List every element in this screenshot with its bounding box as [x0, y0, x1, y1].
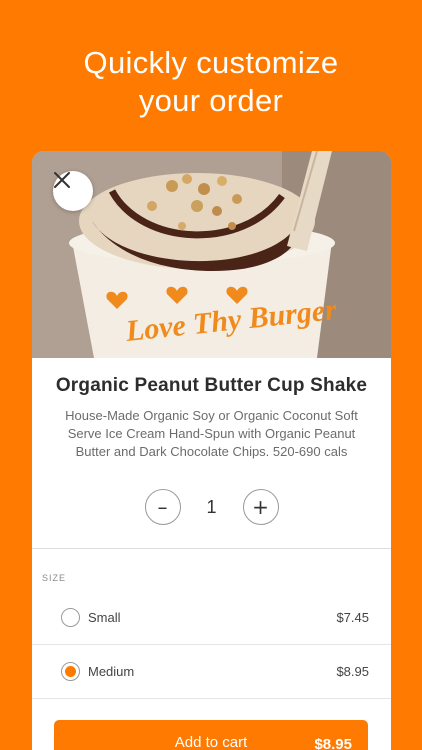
quantity-stepper: – 1 +	[32, 489, 391, 525]
close-button[interactable]	[53, 171, 93, 211]
headline-line-1: Quickly customize	[83, 45, 339, 80]
radio-dot	[65, 666, 76, 677]
product-photo: Love Thy Burger	[32, 151, 391, 358]
size-option-name: Medium	[88, 664, 135, 679]
product-card: Love Thy Burger Organic Peanut Butter Cu…	[32, 151, 391, 750]
radio-medium[interactable]	[61, 662, 80, 681]
size-section-label: SIZE	[42, 573, 67, 583]
product-title: Organic Peanut Butter Cup Shake	[55, 375, 368, 396]
cart-total-price: $8.95	[314, 735, 352, 750]
product-description: House-Made Organic Soy or Organic Coconu…	[65, 408, 358, 459]
radio-small[interactable]	[61, 608, 80, 627]
decrease-quantity-button[interactable]: –	[144, 489, 181, 525]
size-option-price: $7.45	[336, 610, 369, 625]
size-options: Small $7.45 Medium $8.95	[32, 591, 391, 699]
size-option-price: $8.95	[336, 664, 369, 679]
promo-headline: Quickly customize your order	[0, 44, 422, 120]
size-option-medium[interactable]: Medium $8.95	[32, 645, 391, 699]
quantity-value: 1	[206, 496, 217, 517]
headline-line-2: your order	[138, 83, 284, 118]
size-option-small[interactable]: Small $7.45	[32, 591, 391, 645]
add-to-cart-button[interactable]: Add to cart $8.95	[54, 720, 368, 750]
close-icon	[54, 172, 70, 188]
section-divider	[32, 548, 391, 549]
size-option-name: Small	[88, 610, 121, 625]
increase-quantity-button[interactable]: +	[242, 489, 279, 525]
